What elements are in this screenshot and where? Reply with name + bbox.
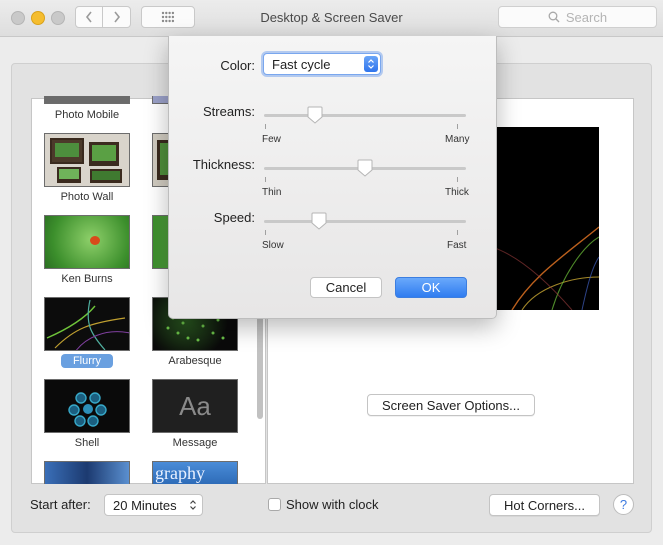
streams-slider-track[interactable] [264, 114, 466, 117]
start-after-select[interactable]: 20 Minutes [104, 494, 203, 516]
speed-tick-max [457, 230, 458, 235]
hot-corners-button[interactable]: Hot Corners... [489, 494, 600, 516]
flurry-preview [492, 127, 599, 310]
search-placeholder: Search [565, 9, 608, 25]
thickness-tick-min [265, 177, 266, 182]
saver-thumb-flurry[interactable] [44, 297, 130, 351]
saver-label-photo-mobile: Photo Mobile [54, 109, 120, 121]
saver-label-ken-burns: Ken Burns [61, 273, 113, 285]
help-button[interactable]: ? [613, 494, 634, 515]
start-after-label: Start after: [30, 497, 91, 512]
speed-min-label: Slow [262, 240, 284, 251]
color-popup[interactable]: Fast cycle [263, 53, 381, 75]
streams-min-label: Few [262, 134, 281, 145]
ladybug-icon [90, 236, 100, 245]
speed-max-label: Fast [447, 240, 467, 251]
speed-slider-knob[interactable] [311, 212, 327, 230]
start-after-value: 20 Minutes [113, 497, 177, 513]
thickness-max-label: Thick [445, 187, 469, 198]
word-thumb-text: graphy [155, 463, 205, 483]
search-field[interactable]: Search [498, 6, 657, 28]
message-thumb-text: Aa [179, 390, 211, 421]
streams-label: Streams: [202, 104, 255, 119]
saver-thumb-photo-wall[interactable] [44, 133, 130, 187]
title-bar: Desktop & Screen Saver Search [0, 0, 663, 37]
streams-slider-knob[interactable] [307, 106, 323, 124]
thickness-label: Thickness: [192, 157, 255, 172]
saver-thumb-word-of-the-day[interactable]: graphy [152, 461, 238, 484]
ok-button[interactable]: OK [395, 277, 467, 298]
show-with-clock-checkbox[interactable] [268, 498, 281, 511]
screen-saver-options-button[interactable]: Screen Saver Options... [367, 394, 535, 416]
saver-thumb-shell[interactable] [44, 379, 130, 433]
help-icon: ? [619, 497, 628, 512]
color-label: Color: [220, 58, 255, 73]
saver-label-arabesque: Arabesque [168, 355, 222, 367]
thickness-min-label: Thin [262, 187, 282, 198]
color-value: Fast cycle [272, 56, 331, 72]
saver-thumb-ken-burns[interactable] [44, 215, 130, 269]
streams-tick-max [457, 124, 458, 129]
saver-thumb-album-artwork[interactable] [44, 461, 130, 484]
thickness-tick-max [457, 177, 458, 182]
select-arrows-icon [186, 497, 200, 513]
shell-preview-graphic [68, 392, 107, 427]
screen-saver-options-sheet: Color: Fast cycle Streams: Few Many Thic… [168, 36, 497, 319]
saver-thumb-photo-mobile[interactable] [44, 96, 130, 104]
speed-label: Speed: [213, 210, 255, 225]
saver-thumb-message[interactable]: Aa [152, 379, 238, 433]
speed-tick-min [265, 230, 266, 235]
saver-label-message: Message [172, 437, 218, 449]
saver-label-photo-wall: Photo Wall [60, 191, 114, 203]
saver-label-flurry: Flurry [61, 354, 113, 368]
thickness-slider-knob[interactable] [357, 159, 373, 177]
speed-slider-track[interactable] [264, 220, 466, 223]
flurry-preview-graphic [46, 299, 129, 350]
search-icon [548, 11, 560, 23]
cancel-button[interactable]: Cancel [310, 277, 382, 298]
show-with-clock-label: Show with clock [286, 497, 379, 512]
popup-arrows-icon [364, 56, 378, 72]
saver-label-shell: Shell [74, 437, 100, 449]
flurry-preview-graphic-large [492, 226, 599, 310]
streams-tick-min [265, 124, 266, 129]
streams-max-label: Many [445, 134, 470, 145]
